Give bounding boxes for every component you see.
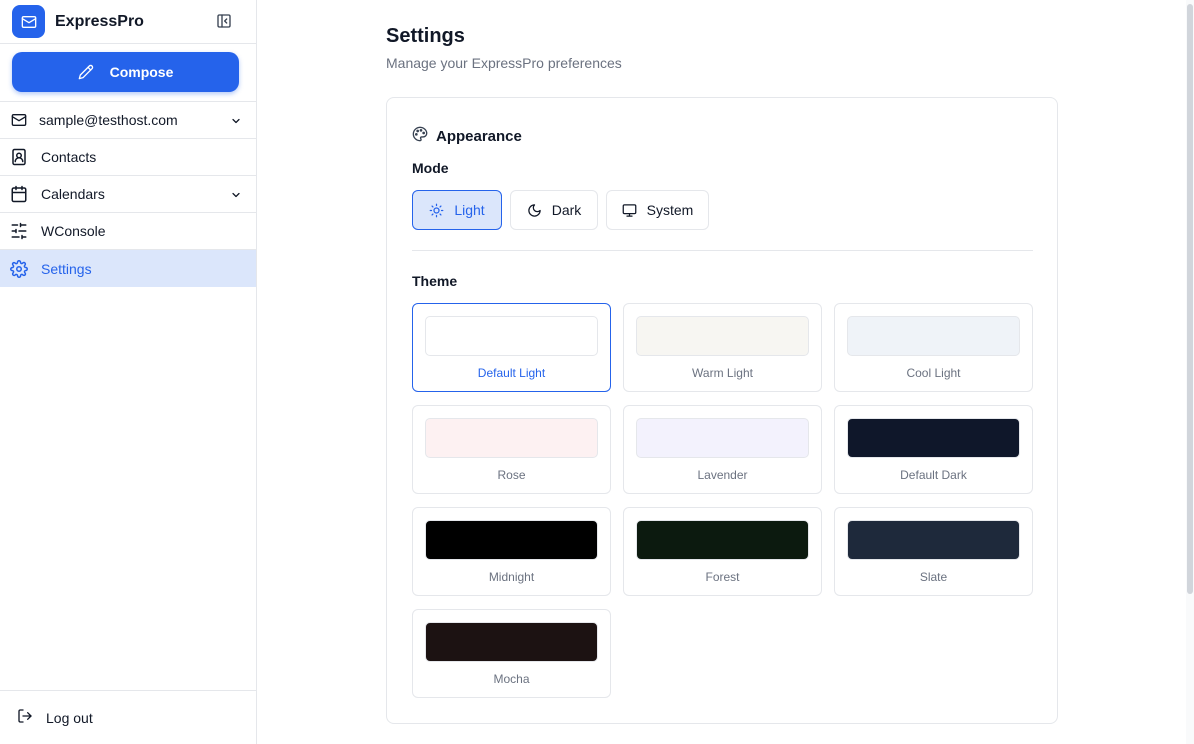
theme-preview: [847, 316, 1020, 356]
theme-preview: [425, 316, 598, 356]
theme-option-default-light[interactable]: Default Light: [412, 303, 611, 392]
sliders-icon: [10, 222, 28, 240]
mode-label: Mode: [412, 160, 449, 176]
appearance-card: Appearance Mode Light Dark System Theme …: [386, 97, 1058, 724]
appearance-heading: Appearance: [436, 128, 522, 145]
theme-option-forest[interactable]: Forest: [623, 507, 822, 596]
theme-name: Midnight: [488, 570, 535, 584]
theme-name: Rose: [497, 468, 526, 482]
theme-preview: [636, 418, 809, 458]
monitor-icon: [622, 203, 637, 217]
theme-name: Default Light: [477, 366, 546, 380]
mode-label-light: Light: [454, 202, 485, 218]
mode-dark-button[interactable]: Dark: [510, 190, 598, 230]
mode-light-button[interactable]: Light: [412, 190, 502, 230]
collapse-sidebar-icon[interactable]: [216, 13, 232, 29]
theme-option-rose[interactable]: Rose: [412, 405, 611, 494]
theme-preview: [425, 418, 598, 458]
sidebar-item-label: WConsole: [41, 223, 106, 239]
sidebar-item-label: Calendars: [41, 186, 105, 202]
theme-preview: [636, 316, 809, 356]
theme-preview: [425, 520, 598, 560]
sidebar: ExpressPro Compose sample@testhost.com C…: [0, 0, 257, 744]
sidebar-item-wconsole[interactable]: WConsole: [0, 213, 256, 250]
pencil-icon: [78, 64, 93, 80]
gear-icon: [10, 259, 28, 278]
theme-name: Cool Light: [906, 366, 961, 380]
theme-option-midnight[interactable]: Midnight: [412, 507, 611, 596]
theme-name: Forest: [705, 570, 740, 584]
palette-icon: [412, 126, 428, 147]
mode-label-system: System: [646, 202, 694, 218]
compose-label: Compose: [109, 64, 174, 80]
theme-option-default-dark[interactable]: Default Dark: [834, 405, 1033, 494]
theme-option-warm-light[interactable]: Warm Light: [623, 303, 822, 392]
theme-preview: [425, 622, 598, 662]
mode-selector: Light Dark System: [412, 190, 717, 230]
theme-preview: [847, 418, 1020, 458]
theme-label: Theme: [412, 273, 458, 289]
sidebar-item-label: Settings: [41, 260, 92, 277]
logout-icon: [17, 708, 33, 727]
scrollbar-thumb[interactable]: [1187, 4, 1193, 594]
chevron-down-icon[interactable]: [230, 114, 242, 130]
compose-button[interactable]: Compose: [12, 52, 239, 92]
sun-icon: [429, 203, 444, 217]
theme-option-mocha[interactable]: Mocha: [412, 609, 611, 698]
theme-name: Warm Light: [692, 366, 753, 380]
compose-area: Compose: [0, 44, 256, 102]
theme-preview: [847, 520, 1020, 560]
theme-preview: [636, 520, 809, 560]
theme-name: Lavender: [697, 468, 748, 482]
mode-label-dark: Dark: [551, 202, 582, 218]
sidebar-item-settings[interactable]: Settings: [0, 250, 256, 287]
sidebar-item-label: Contacts: [41, 149, 97, 165]
logout-button[interactable]: Log out: [0, 690, 256, 744]
theme-option-lavender[interactable]: Lavender: [623, 405, 822, 494]
theme-option-cool-light[interactable]: Cool Light: [834, 303, 1033, 392]
theme-name: Slate: [919, 570, 948, 584]
theme-option-slate[interactable]: Slate: [834, 507, 1033, 596]
mode-system-button[interactable]: System: [606, 190, 709, 230]
page-subtitle: Manage your ExpressPro preferences: [386, 55, 622, 71]
page-title: Settings: [386, 25, 465, 47]
section-divider: [412, 250, 1033, 251]
mail-icon: [10, 111, 28, 129]
sidebar-item-calendars[interactable]: Calendars: [0, 176, 256, 213]
account-email: sample@testhost.com: [39, 112, 178, 128]
contacts-icon: [10, 148, 28, 166]
calendar-icon: [10, 185, 28, 203]
theme-name: Default Dark: [900, 468, 967, 482]
theme-grid: Default Light Warm Light Cool Light Rose Lav…: [412, 303, 1034, 698]
moon-icon: [528, 203, 541, 217]
sidebar-item-contacts[interactable]: Contacts: [0, 139, 256, 176]
brand-header: ExpressPro: [0, 0, 256, 44]
logout-label: Log out: [46, 709, 93, 726]
mail-logo-icon: [12, 5, 45, 38]
app-name: ExpressPro: [55, 12, 144, 30]
scrollbar[interactable]: [1186, 0, 1194, 744]
theme-name: Mocha: [493, 672, 530, 686]
chevron-down-icon[interactable]: [230, 188, 242, 204]
account-selector[interactable]: sample@testhost.com: [0, 102, 256, 139]
appearance-header: Appearance: [412, 126, 522, 147]
